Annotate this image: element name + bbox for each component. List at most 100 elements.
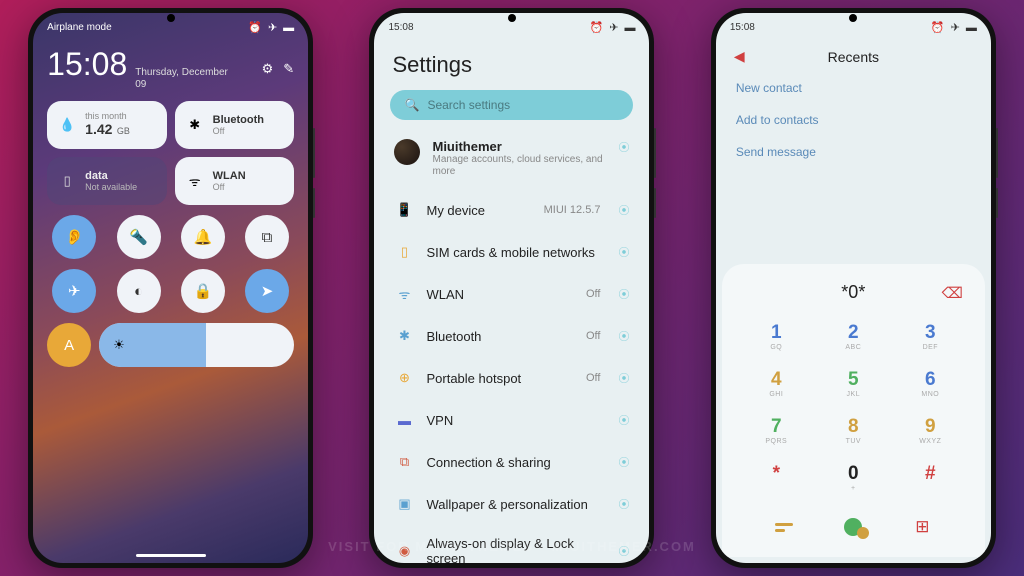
brightness-icon: ☀ xyxy=(113,337,125,353)
settings-icon[interactable]: ⚙ xyxy=(262,61,274,77)
home-indicator[interactable] xyxy=(136,554,206,557)
status-time: 15:08 xyxy=(730,22,755,33)
location-icon: ➤ xyxy=(261,282,274,300)
keypad-key-9[interactable]: 9WXYZ xyxy=(894,409,967,452)
mute-icon: 👂 xyxy=(65,228,84,246)
airplane-mode-label: Airplane mode xyxy=(47,22,111,33)
menu-button[interactable] xyxy=(766,509,802,545)
bluetooth-icon: ✱ xyxy=(185,115,205,135)
airplane-icon: ✈ xyxy=(68,282,81,300)
action-link[interactable]: New contact xyxy=(736,81,971,95)
chevron-right-icon: ⦿ xyxy=(618,370,629,386)
mobile-data-tile[interactable]: ▯ data Not available xyxy=(47,157,167,205)
chevron-right-icon: ⦿ xyxy=(618,202,629,218)
settings-item[interactable]: ▬VPN⦿ xyxy=(382,399,641,441)
keypad-key-*[interactable]: * xyxy=(740,456,813,499)
setting-icon: ▬ xyxy=(394,410,414,430)
keypad-key-6[interactable]: 6MNO xyxy=(894,362,967,405)
settings-item[interactable]: ᯤWLANOff⦿ xyxy=(382,273,641,315)
menu-icon xyxy=(775,523,793,532)
alarm-icon: ⏰ xyxy=(590,21,604,34)
settings-item[interactable]: ▣Wallpaper & personalization⦿ xyxy=(382,483,641,525)
dial-display: *0* ⌫ xyxy=(730,278,977,315)
airplane-icon: ✈ xyxy=(951,21,960,34)
avatar xyxy=(394,139,420,165)
settings-item[interactable]: ⊕Portable hotspotOff⦿ xyxy=(382,357,641,399)
keypad-key-0[interactable]: 0+ xyxy=(817,456,890,499)
phone-control-center: Airplane mode ⏰ ✈ ▬ 15:08 Thursday, Dece… xyxy=(28,8,313,568)
settings-item[interactable]: 📱My deviceMIUI 12.5.7⦿ xyxy=(382,189,641,231)
lock-toggle[interactable]: 🔒 xyxy=(181,269,225,313)
keypad-key-#[interactable]: # xyxy=(894,456,967,499)
action-link[interactable]: Add to contacts xyxy=(736,113,971,127)
account-item[interactable]: Miuithemer Manage accounts, cloud servic… xyxy=(382,128,641,189)
wifi-icon: ᯤ xyxy=(185,171,205,191)
chevron-right-icon: ⦿ xyxy=(618,496,629,512)
airplane-icon: ✈ xyxy=(609,21,618,34)
dnd-toggle[interactable]: 🔔 xyxy=(181,215,225,259)
flashlight-icon: 🔦 xyxy=(129,228,148,246)
airplane-icon: ✈ xyxy=(268,21,277,34)
setting-icon: ⧉ xyxy=(394,452,414,472)
back-button[interactable]: ◀ xyxy=(734,48,745,65)
settings-item[interactable]: ▯SIM cards & mobile networks⦿ xyxy=(382,231,641,273)
mute-toggle[interactable]: 👂 xyxy=(52,215,96,259)
status-time: 15:08 xyxy=(388,22,413,33)
call-button[interactable] xyxy=(835,509,871,545)
backspace-button[interactable]: ⌫ xyxy=(942,284,963,302)
search-icon: 🔍 xyxy=(404,98,419,112)
phone-settings: 15:08 ⏰✈▬ Settings 🔍 Search settings Miu… xyxy=(369,8,654,568)
edit-icon[interactable]: ✎ xyxy=(283,61,294,77)
camera-notch xyxy=(849,14,857,22)
screenshot-icon: ⧉ xyxy=(262,229,273,246)
location-toggle[interactable]: ➤ xyxy=(245,269,289,313)
recents-header: ◀ Recents xyxy=(716,42,991,71)
status-icons: ⏰ ✈ ▬ xyxy=(248,21,294,34)
camera-notch xyxy=(508,14,516,22)
flashlight-toggle[interactable]: 🔦 xyxy=(117,215,161,259)
lock-icon: 🔒 xyxy=(193,282,212,300)
setting-icon: ᯤ xyxy=(394,284,414,304)
battery-icon: ▬ xyxy=(966,22,977,34)
watermark: Visit for more themes - miuithemer.com xyxy=(328,539,696,554)
settings-item[interactable]: ✱BluetoothOff⦿ xyxy=(382,315,641,357)
setting-icon: ▣ xyxy=(394,494,414,514)
brightness-slider[interactable]: ☀ xyxy=(99,323,294,367)
battery-icon: ▬ xyxy=(283,22,294,34)
keypad-key-2[interactable]: 2ABC xyxy=(817,315,890,358)
keypad-key-4[interactable]: 4GHI xyxy=(740,362,813,405)
settings-item[interactable]: ⧉Connection & sharing⦿ xyxy=(382,441,641,483)
bell-icon: 🔔 xyxy=(193,228,212,246)
setting-icon: ▯ xyxy=(394,242,414,262)
auto-icon: A xyxy=(64,337,74,354)
contacts-button[interactable]: ⊞ xyxy=(904,509,940,545)
alarm-icon: ⏰ xyxy=(248,21,262,34)
keypad-key-8[interactable]: 8TUV xyxy=(817,409,890,452)
keypad-key-5[interactable]: 5JKL xyxy=(817,362,890,405)
setting-icon: 📱 xyxy=(394,200,414,220)
chevron-right-icon: ⦿ xyxy=(618,328,629,344)
settings-list: Miuithemer Manage accounts, cloud servic… xyxy=(374,128,649,563)
darkmode-toggle[interactable]: ◐ xyxy=(117,269,161,313)
chevron-right-icon: ⦿ xyxy=(618,244,629,260)
keypad-key-1[interactable]: 1GQ xyxy=(740,315,813,358)
droplet-icon: 💧 xyxy=(57,115,77,135)
keypad: 1GQ2ABC3DEF 4GHI5JKL6MNO 7PQRS8TUV9WXYZ *0+… xyxy=(730,315,977,499)
keypad-key-7[interactable]: 7PQRS xyxy=(740,409,813,452)
alarm-icon: ⏰ xyxy=(931,21,945,34)
battery-icon: ▬ xyxy=(624,22,635,34)
auto-brightness-toggle[interactable]: A xyxy=(47,323,91,367)
action-links: New contact Add to contacts Send message xyxy=(716,71,991,169)
airplane-toggle[interactable]: ✈ xyxy=(52,269,96,313)
data-usage-tile[interactable]: 💧 this month 1.42 GB xyxy=(47,101,167,149)
clock-date: Thursday, December 09 xyxy=(135,67,228,91)
keypad-key-3[interactable]: 3DEF xyxy=(894,315,967,358)
setting-icon: ✱ xyxy=(394,326,414,346)
action-link[interactable]: Send message xyxy=(736,145,971,159)
wlan-tile[interactable]: ᯤ WLAN Off xyxy=(175,157,295,205)
bluetooth-tile[interactable]: ✱ Bluetooth Off xyxy=(175,101,295,149)
screenshot-toggle[interactable]: ⧉ xyxy=(245,215,289,259)
phone-dialer: 15:08 ⏰ ✈ ▬ ◀ Recents New contact Add to co… xyxy=(711,8,996,568)
chevron-right-icon: ⦿ xyxy=(618,139,629,155)
search-settings-input[interactable]: 🔍 Search settings xyxy=(390,90,633,120)
